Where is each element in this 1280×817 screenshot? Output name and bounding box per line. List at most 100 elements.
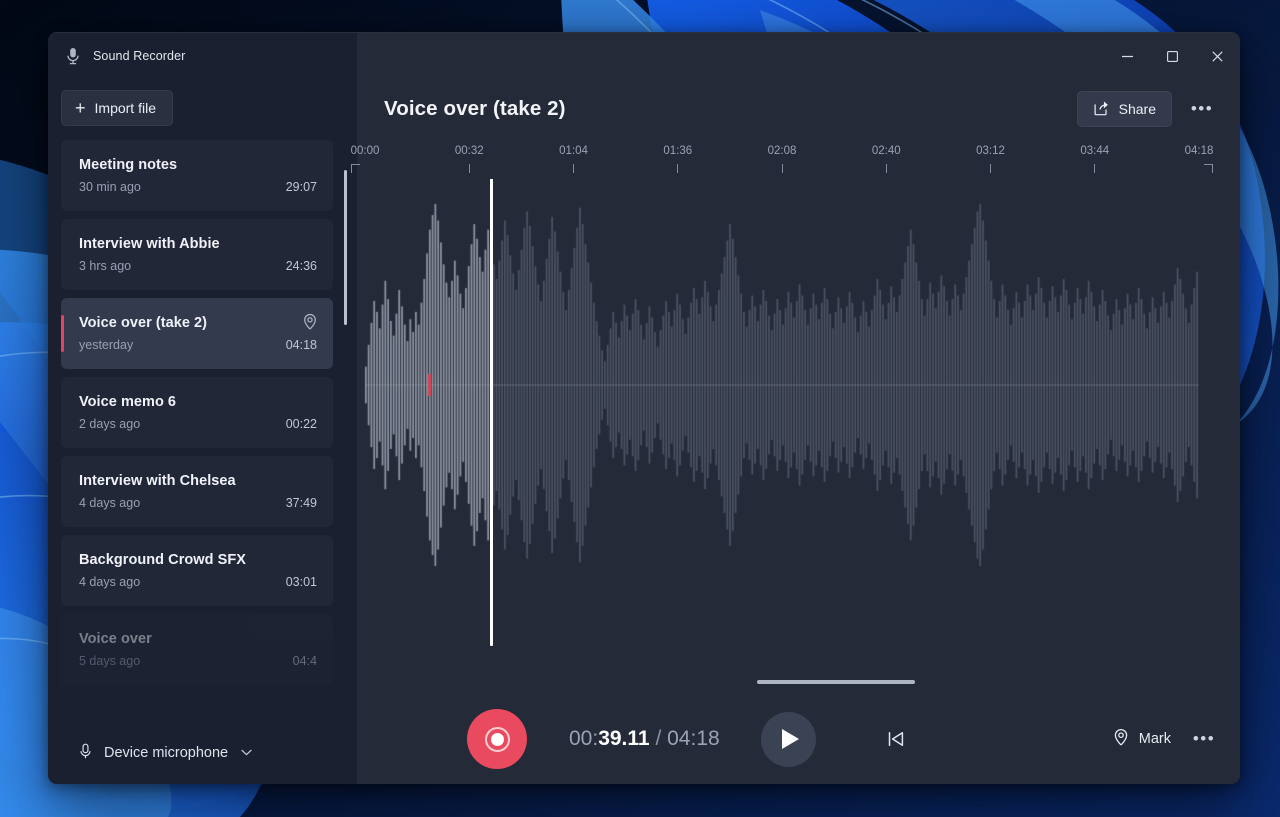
ruler-tick-label: 03:12: [976, 145, 1005, 157]
device-microphone-selector[interactable]: Device microphone: [72, 739, 258, 768]
ruler-tick-label: 03:44: [1080, 145, 1109, 157]
window-controls: [357, 33, 1240, 79]
recording-title: Meeting notes: [79, 157, 317, 174]
chevron-down-icon: [241, 748, 252, 759]
more-options-button-top[interactable]: •••: [1184, 91, 1220, 127]
skip-back-button[interactable]: [875, 718, 917, 760]
maximize-icon: [1166, 50, 1179, 63]
recording-title: Interview with Abbie: [79, 236, 317, 253]
import-file-button[interactable]: + Import file: [61, 90, 173, 126]
ruler-tick-mark: [886, 164, 887, 173]
plus-icon: +: [75, 99, 86, 117]
ruler-tick-mark: [677, 164, 678, 173]
page-title: Voice over (take 2): [384, 97, 1065, 121]
time-separator: /: [650, 727, 668, 750]
time-total: 04:18: [667, 727, 720, 750]
recordings-list[interactable]: Meeting notes 30 min ago 29:07 Interview wi…: [48, 140, 357, 722]
more-options-button-bottom[interactable]: •••: [1186, 721, 1222, 757]
recording-meta: 4 days ago 03:01: [79, 575, 317, 589]
recording-title: Interview with Chelsea: [79, 473, 317, 490]
sidebar: Sound Recorder + Import file Meeting not…: [48, 33, 357, 784]
microphone-glyph: [65, 47, 81, 65]
mark-label: Mark: [1139, 731, 1171, 747]
ruler-tick-label: 04:18: [1185, 145, 1214, 157]
recording-meta: 5 days ago 04:4: [79, 654, 317, 668]
recording-date: 4 days ago: [79, 575, 140, 589]
recording-duration: 24:36: [286, 259, 317, 273]
ruler-tick-label: 01:04: [559, 145, 588, 157]
import-file-label: Import file: [95, 100, 156, 116]
share-label: Share: [1119, 101, 1156, 117]
titlebar-left: Sound Recorder: [48, 33, 357, 79]
ruler-tick-label: 02:08: [768, 145, 797, 157]
sidebar-scrollbar-thumb[interactable]: [344, 170, 347, 325]
location-marker-glyph: [301, 313, 319, 331]
recording-list-item[interactable]: Interview with Chelsea 4 days ago 37:49: [61, 456, 333, 527]
recording-date: 5 days ago: [79, 654, 140, 668]
location-marker-icon: [301, 313, 319, 331]
recording-date: 30 min ago: [79, 180, 141, 194]
minimize-button[interactable]: [1105, 33, 1150, 79]
ruler-tick-label: 01:36: [663, 145, 692, 157]
recording-date: 2 days ago: [79, 417, 140, 431]
close-button[interactable]: [1195, 33, 1240, 79]
transport-right-controls: Mark •••: [1101, 720, 1222, 758]
time-current-seconds: 39.11: [598, 727, 649, 750]
recording-duration: 00:22: [286, 417, 317, 431]
document-header: Voice over (take 2) Share •••: [357, 79, 1240, 139]
mark-button[interactable]: Mark: [1101, 720, 1182, 758]
recording-list-item[interactable]: Interview with Abbie3 hrs ago24:36: [61, 219, 333, 290]
recording-duration: 04:4: [293, 654, 317, 668]
device-selector-area: Device microphone: [48, 722, 357, 784]
minimize-icon: [1121, 50, 1134, 63]
recording-meta: 2 days ago 00:22: [79, 417, 317, 431]
recording-list-item[interactable]: Meeting notes 30 min ago 29:07: [61, 140, 333, 211]
maximize-button[interactable]: [1150, 33, 1195, 79]
ruler-tick-mark: [1204, 164, 1213, 173]
recording-duration: 29:07: [286, 180, 317, 194]
play-button[interactable]: [761, 712, 816, 767]
ruler-tick-mark: [351, 164, 360, 173]
share-icon: [1093, 100, 1110, 119]
waveform-canvas[interactable]: [357, 179, 1240, 694]
time-current-minutes: 00:: [569, 727, 598, 750]
recording-meta: 30 min ago 29:07: [79, 180, 317, 194]
microphone-glyph: [78, 743, 93, 760]
ruler-tick-label: 00:32: [455, 145, 484, 157]
skip-previous-icon: [885, 728, 907, 750]
recording-date: yesterday: [79, 338, 133, 352]
ruler-tick-mark: [1094, 164, 1095, 173]
waveform-horizontal-scrollbar[interactable]: [757, 680, 915, 684]
ruler-tick-label: 00:00: [351, 145, 380, 157]
recording-duration: 37:49: [286, 496, 317, 510]
microphone-icon: [78, 743, 93, 764]
share-button[interactable]: Share: [1077, 91, 1172, 127]
recording-list-item[interactable]: Voice over 5 days ago 04:4: [61, 614, 333, 685]
timeline-ruler[interactable]: 00:0000:3201:0401:3602:0802:4003:1203:44…: [357, 145, 1240, 179]
waveform-area[interactable]: [357, 179, 1240, 694]
recording-meta: yesterday 04:18: [79, 338, 317, 352]
selected-accent-bar: [61, 315, 64, 352]
close-icon: [1211, 50, 1224, 63]
recording-duration: 03:01: [286, 575, 317, 589]
recording-list-item[interactable]: Voice over (take 2) yesterday 04:18: [61, 298, 333, 369]
ruler-tick-mark: [469, 164, 470, 173]
recording-list-item[interactable]: Voice memo 62 days ago00:22: [61, 377, 333, 448]
recording-title: Voice over: [79, 631, 317, 648]
recording-title: Background Crowd SFX: [79, 552, 317, 569]
recording-date: 4 days ago: [79, 496, 140, 510]
app-title: Sound Recorder: [93, 49, 185, 63]
play-icon: [782, 729, 799, 749]
record-circle-icon: [485, 727, 510, 752]
record-button[interactable]: [467, 709, 527, 769]
recording-title: Voice over (take 2): [79, 315, 317, 332]
share-glyph: [1093, 100, 1110, 116]
recording-meta: 4 days ago 37:49: [79, 496, 317, 510]
main-panel: Voice over (take 2) Share ••• 00:0000:32…: [357, 33, 1240, 784]
ruler-tick-mark: [990, 164, 991, 173]
recording-duration: 04:18: [286, 338, 317, 352]
chevron-down-glyph: [241, 749, 252, 756]
microphone-icon: [65, 47, 81, 65]
recording-list-item[interactable]: Background Crowd SFX 4 days ago 03:01: [61, 535, 333, 606]
ruler-tick-mark: [782, 164, 783, 173]
